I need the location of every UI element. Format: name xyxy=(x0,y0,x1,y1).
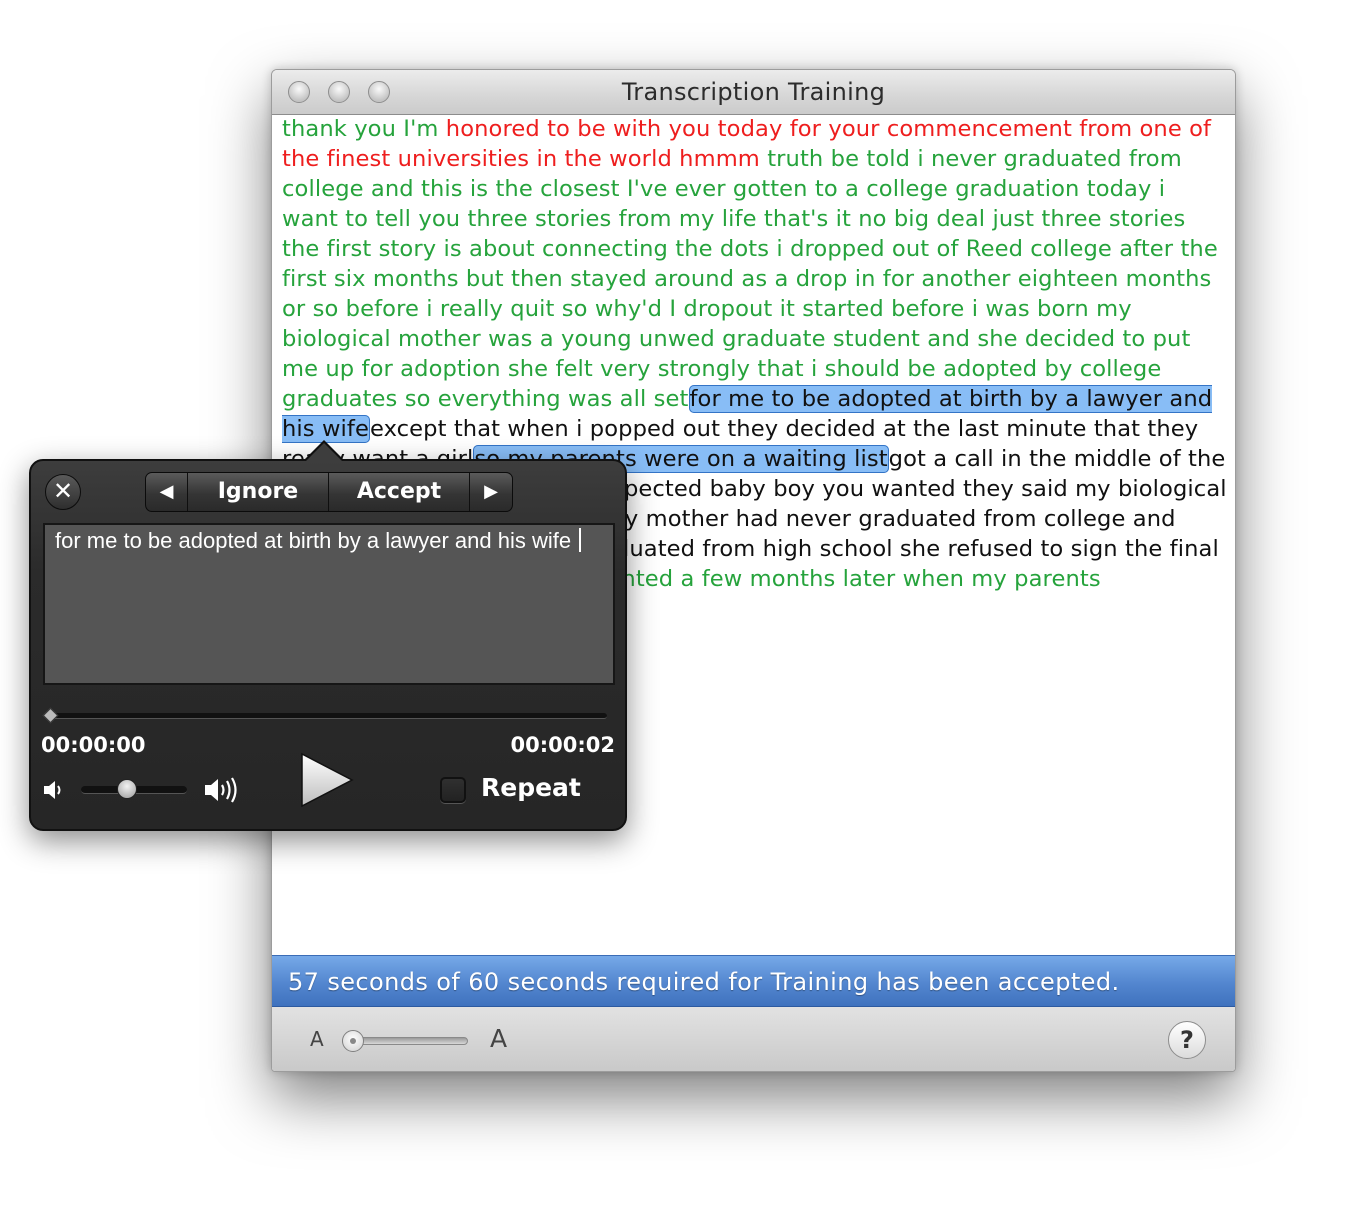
font-size-large-icon: A xyxy=(490,1024,508,1053)
volume-low-icon[interactable] xyxy=(41,777,67,803)
font-size-slider-knob[interactable] xyxy=(342,1030,364,1052)
review-segmented-control: ◀ Ignore Accept ▶ xyxy=(145,472,513,512)
ignore-button[interactable]: Ignore xyxy=(188,473,329,511)
current-time: 00:00:00 xyxy=(41,733,146,757)
play-button[interactable] xyxy=(299,751,355,809)
window-title: Transcription Training xyxy=(621,78,886,106)
close-popover-button[interactable]: ✕ xyxy=(45,474,81,510)
previous-segment-button[interactable]: ◀ xyxy=(146,473,188,511)
font-size-small-icon: A xyxy=(310,1027,324,1051)
popover-arrow-fill xyxy=(306,443,342,461)
playback-scrubber-knob[interactable] xyxy=(42,707,59,724)
correction-popover: ✕ ◀ Ignore Accept ▶ for me to be adopted… xyxy=(29,459,627,831)
accept-button[interactable]: Accept xyxy=(329,473,470,511)
repeat-checkbox[interactable] xyxy=(440,777,466,803)
text-caret xyxy=(579,528,582,552)
help-button[interactable]: ? xyxy=(1168,1021,1206,1059)
total-time: 00:00:02 xyxy=(510,733,615,757)
title-bar[interactable]: Transcription Training xyxy=(272,70,1235,115)
transcript-segment[interactable]: truth be told i never graduated from col… xyxy=(282,146,1218,412)
volume-high-icon[interactable] xyxy=(203,775,241,805)
playback-scrubber-track[interactable] xyxy=(47,713,607,719)
transcription-edit-field[interactable]: for me to be adopted at birth by a lawye… xyxy=(43,523,615,685)
transcript-segment[interactable]: thank you I'm xyxy=(282,116,446,142)
bottom-toolbar: A A ? xyxy=(272,1007,1235,1071)
edit-field-text: for me to be adopted at birth by a lawye… xyxy=(55,528,578,553)
volume-slider-knob[interactable] xyxy=(117,779,138,799)
status-message: 57 seconds of 60 seconds required for Tr… xyxy=(272,955,1235,1007)
next-segment-button[interactable]: ▶ xyxy=(470,473,512,511)
repeat-label[interactable]: Repeat xyxy=(481,773,581,802)
